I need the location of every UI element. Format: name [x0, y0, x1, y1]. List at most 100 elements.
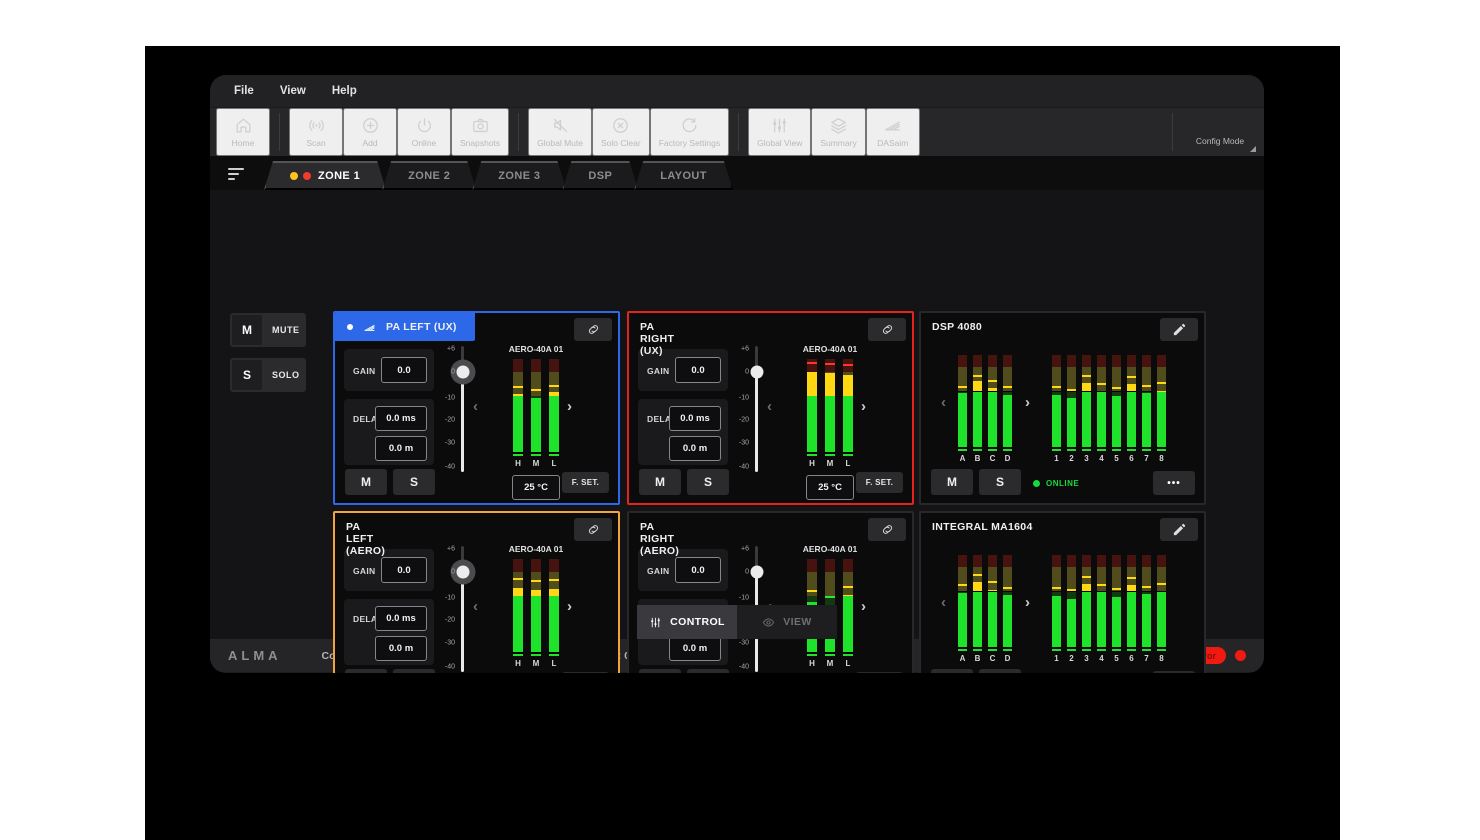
toolbar-button-factory-settings[interactable]: Factory Settings: [650, 108, 729, 156]
channel-panel-pa-right-aero-[interactable]: PA RIGHT (AERO) GAIN 0.0 DELAY 0.0 ms 0.…: [627, 511, 914, 673]
factory-settings-button[interactable]: F. SET.: [562, 672, 609, 673]
solo-button[interactable]: S: [979, 669, 1021, 673]
mute-button[interactable]: M: [931, 669, 973, 673]
toolbar-button-scan[interactable]: Scan: [289, 108, 343, 156]
device-panel-dsp-4080[interactable]: DSP 4080 ‹ A B C: [919, 311, 1206, 505]
next-chevron[interactable]: ›: [861, 399, 866, 414]
solo-button[interactable]: S: [687, 669, 729, 673]
toolbar-button-snapshots[interactable]: Snapshots: [451, 108, 509, 156]
meter-label: 5: [1114, 654, 1118, 663]
filter-sort-icon[interactable]: [228, 168, 246, 180]
next-chevron[interactable]: ›: [861, 599, 866, 614]
menu-item[interactable]: File: [234, 85, 254, 97]
gain-fader[interactable]: +60-10-20-30-40: [729, 346, 771, 472]
signal-stub: [1003, 449, 1012, 451]
tab-view[interactable]: VIEW: [737, 605, 837, 639]
signal-stub: [1067, 449, 1076, 451]
delay-m-field[interactable]: 0.0 m: [669, 636, 721, 661]
global-mute-button[interactable]: M MUTE: [230, 313, 306, 347]
fader-knob[interactable]: [750, 366, 763, 379]
peak-hold-line: [1067, 389, 1076, 391]
device-panel-integral-ma1604[interactable]: INTEGRAL MA1604 ‹ A B C: [919, 511, 1206, 673]
config-mode-button[interactable]: Config Mode: [1182, 108, 1258, 156]
more-options-button[interactable]: •••: [1153, 471, 1195, 495]
level-meter: [513, 359, 523, 456]
gain-field[interactable]: 0.0: [381, 557, 427, 583]
gain-fader[interactable]: +60-10-20-30-40: [435, 346, 477, 472]
toolbar-button-dasaim[interactable]: DASaim: [866, 108, 920, 156]
toolbar-button-home[interactable]: Home: [216, 108, 270, 156]
delay-m-field[interactable]: 0.0 m: [375, 436, 427, 461]
link-button[interactable]: [868, 318, 906, 341]
zone-tab-zone-2[interactable]: ZONE 2: [382, 161, 476, 190]
more-options-button[interactable]: •••: [1153, 671, 1195, 673]
meter-column: 6: [1127, 555, 1136, 663]
mute-button[interactable]: M: [931, 469, 973, 495]
factory-settings-button[interactable]: F. SET.: [562, 472, 609, 493]
fader-knob[interactable]: [456, 566, 469, 579]
delay-ms-field[interactable]: 0.0 ms: [669, 406, 721, 431]
fader-fill: [461, 372, 464, 472]
tab-control[interactable]: CONTROL: [637, 605, 737, 639]
fader-knob[interactable]: [750, 566, 763, 579]
gain-field[interactable]: 0.0: [381, 357, 427, 383]
mute-button[interactable]: M: [345, 469, 387, 495]
delay-ms-field[interactable]: 0.0 ms: [375, 606, 427, 631]
toolbar-items: Home Scan Add Online Snapshots Global Mu…: [216, 108, 920, 156]
link-button[interactable]: [574, 318, 612, 341]
mute-button[interactable]: M: [345, 669, 387, 673]
gain-fader[interactable]: +60-10-20-30-40: [435, 546, 477, 672]
level-meter: [1003, 355, 1012, 451]
fader-knob[interactable]: [456, 366, 469, 379]
signal-stub: [973, 649, 982, 651]
mute-button[interactable]: M: [639, 669, 681, 673]
toolbar-button-solo-clear[interactable]: Solo Clear: [592, 108, 650, 156]
solo-button[interactable]: S: [979, 469, 1021, 495]
delay-m-field[interactable]: 0.0 m: [669, 436, 721, 461]
gain-field[interactable]: 0.0: [675, 357, 721, 383]
gain-field[interactable]: 0.0: [675, 557, 721, 583]
zone-tab-layout[interactable]: LAYOUT: [634, 161, 733, 190]
factory-settings-button[interactable]: F. SET.: [856, 672, 903, 673]
toolbar-button-global-view[interactable]: Global View: [748, 108, 811, 156]
link-button[interactable]: [868, 518, 906, 541]
edit-button[interactable]: [1160, 518, 1198, 541]
global-solo-button[interactable]: S SOLO: [230, 358, 306, 392]
channel-panel-pa-left-ux-[interactable]: PA LEFT (UX) GAIN 0.0 DELAY 0.0 ms 0.0 m…: [333, 311, 620, 505]
toolbar-button-global-mute[interactable]: Global Mute: [528, 108, 592, 156]
link-button[interactable]: [574, 518, 612, 541]
prev-chevron[interactable]: ‹: [767, 399, 772, 414]
zone-tab-zone-1[interactable]: ZONE 1: [264, 161, 386, 190]
signal-stub: [1097, 649, 1106, 651]
solo-button[interactable]: S: [393, 469, 435, 495]
toolbar-label: DASaim: [877, 138, 908, 148]
delay-m-field[interactable]: 0.0 m: [375, 636, 427, 661]
edit-button[interactable]: [1160, 318, 1198, 341]
prev-chevron[interactable]: ‹: [473, 399, 478, 414]
level-meter: [1127, 555, 1136, 651]
channel-panel-pa-right-ux-[interactable]: PA RIGHT (UX) GAIN 0.0 DELAY 0.0 ms 0.0 …: [627, 311, 914, 505]
factory-settings-button[interactable]: F. SET.: [856, 472, 903, 493]
toolbar-button-add[interactable]: Add: [343, 108, 397, 156]
mute-button[interactable]: M: [639, 469, 681, 495]
selected-dot: [347, 324, 353, 330]
menu-item[interactable]: Help: [332, 85, 357, 97]
zone-tab-dsp[interactable]: DSP: [562, 161, 638, 190]
next-chevron[interactable]: ›: [1025, 595, 1030, 610]
prev-chevron[interactable]: ‹: [473, 599, 478, 614]
solo-button[interactable]: S: [687, 469, 729, 495]
delay-ms-field[interactable]: 0.0 ms: [375, 406, 427, 431]
next-chevron[interactable]: ›: [567, 599, 572, 614]
prev-chevron[interactable]: ‹: [941, 395, 946, 410]
bottom-tabs: CONTROL VIEW: [637, 605, 837, 639]
toolbar-button-online[interactable]: Online: [397, 108, 451, 156]
level-meter: [958, 355, 967, 451]
solo-button[interactable]: S: [393, 669, 435, 673]
zone-tab-zone-3[interactable]: ZONE 3: [472, 161, 566, 190]
next-chevron[interactable]: ›: [567, 399, 572, 414]
menu-item[interactable]: View: [280, 85, 306, 97]
toolbar-button-summary[interactable]: Summary: [811, 108, 865, 156]
prev-chevron[interactable]: ‹: [941, 595, 946, 610]
channel-panel-pa-left-aero-[interactable]: PA LEFT (AERO) GAIN 0.0 DELAY 0.0 ms 0.0…: [333, 511, 620, 673]
next-chevron[interactable]: ›: [1025, 395, 1030, 410]
